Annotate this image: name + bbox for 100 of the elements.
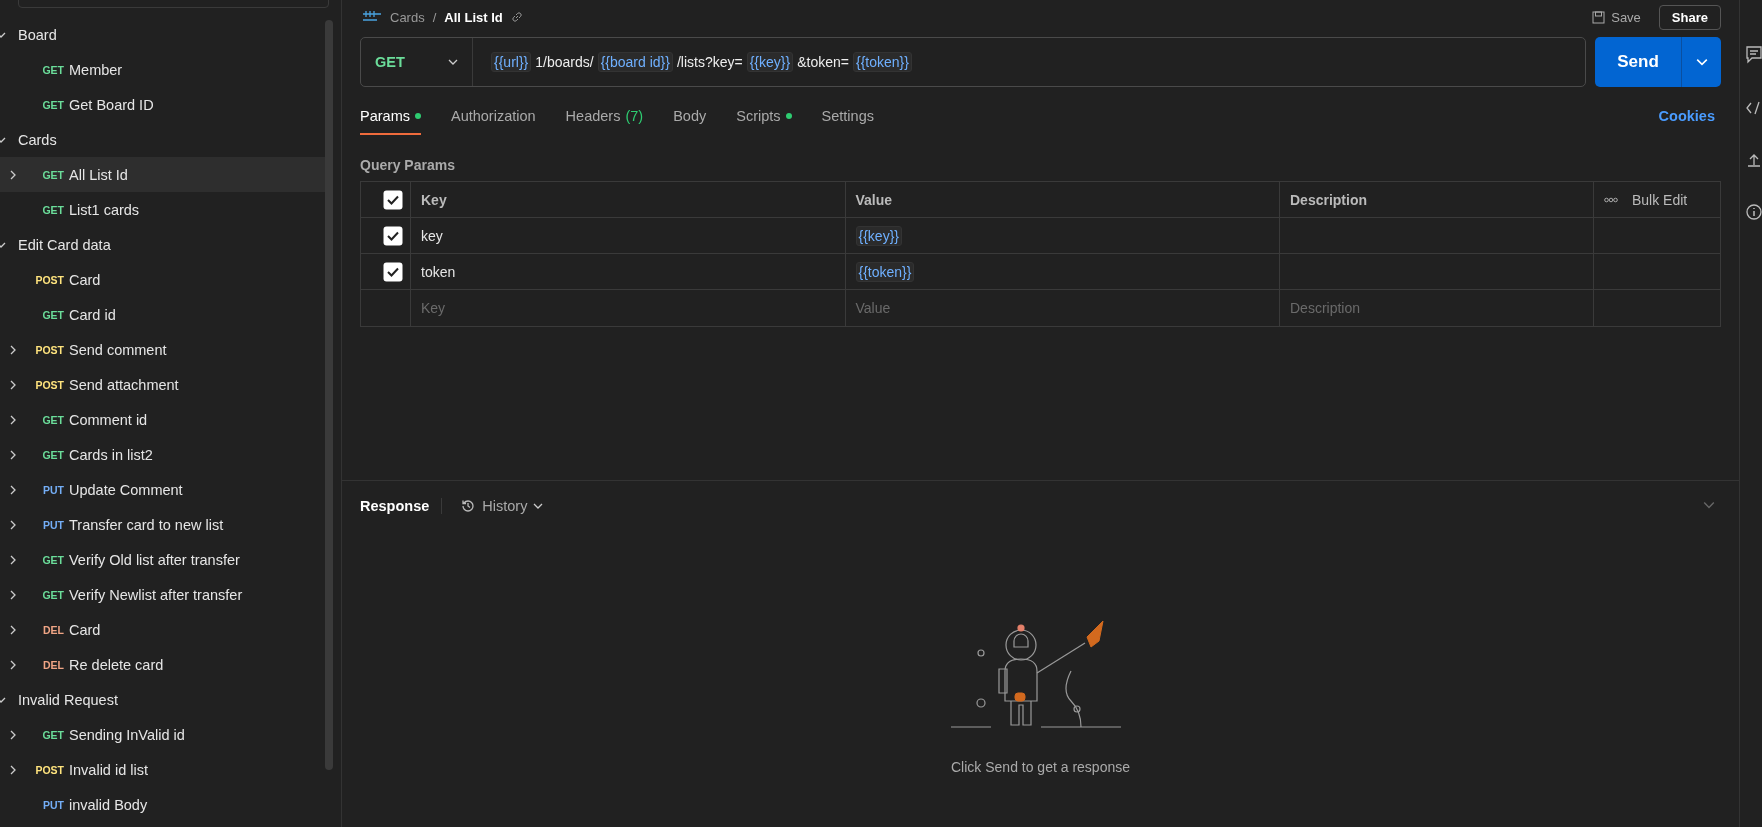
request-item[interactable]: GET Cards in list2	[0, 437, 329, 472]
method-label: GET	[41, 203, 64, 216]
request-name: Verify Old list after transfer	[69, 551, 240, 568]
chevron-icon	[533, 501, 544, 511]
comment-icon[interactable]	[1746, 46, 1762, 64]
table-cell[interactable]	[1280, 218, 1594, 254]
request-name: Verify Newlist after transfer	[69, 586, 243, 603]
link-icon	[510, 11, 523, 23]
method-label: GET	[41, 553, 64, 566]
tab[interactable]: Settings	[821, 108, 874, 135]
request-item[interactable]: PUT Transfer card to new list	[0, 507, 329, 542]
request-name: Member	[69, 61, 123, 78]
tab[interactable]: Body	[673, 108, 707, 135]
request-name: Sending InValid id	[69, 726, 185, 743]
request-item[interactable]: POST Send comment	[0, 332, 329, 367]
checkbox[interactable]	[382, 261, 403, 282]
request-item[interactable]: GET Sending InValid id	[0, 717, 329, 752]
request-item[interactable]: GET List1 cards	[0, 192, 329, 227]
tab[interactable]: Params	[360, 108, 421, 135]
method-label: GET	[41, 588, 64, 601]
method-label: GET	[41, 448, 64, 461]
param-value[interactable]: {{token}}	[855, 261, 915, 282]
url-variable: {{board id}}	[597, 52, 673, 72]
request-name: Comment id	[69, 411, 148, 428]
request-name: invalid Body	[69, 796, 148, 813]
method-label: GET	[41, 168, 64, 181]
request-name: Send attachment	[69, 376, 179, 393]
request-item[interactable]: DEL Card	[0, 612, 329, 647]
request-name: Cards in list2	[69, 446, 153, 463]
method-label: PUT	[42, 798, 64, 811]
history-icon	[460, 498, 477, 514]
request-item[interactable]: POST Invalid id list	[0, 752, 329, 787]
request-item[interactable]: GET Member	[0, 52, 329, 87]
method-label: DEL	[42, 623, 64, 636]
column-header: Value	[855, 191, 893, 208]
folder-item[interactable]: Cards	[0, 122, 329, 157]
breadcrumb-separator: /	[432, 9, 437, 25]
share-icon[interactable]	[1746, 152, 1762, 168]
folder-item[interactable]: Board	[0, 17, 329, 52]
checkbox[interactable]	[382, 225, 403, 246]
tab[interactable]: Authorization	[450, 108, 536, 135]
request-name: Get Board ID	[69, 96, 154, 113]
history-button[interactable]: History	[454, 497, 550, 515]
tab[interactable]: Scripts	[736, 108, 792, 135]
info-icon[interactable]	[1746, 204, 1762, 220]
request-name: Transfer card to new list	[69, 516, 224, 533]
param-key[interactable]: key	[421, 227, 443, 244]
request-item[interactable]: POST Send attachment	[0, 367, 329, 402]
request-item[interactable]: GET Card id	[0, 297, 329, 332]
param-key[interactable]: token	[421, 263, 456, 280]
more-icon[interactable]	[1604, 196, 1618, 203]
request-name: List1 cards	[69, 201, 140, 218]
method-label: PUT	[42, 518, 64, 531]
cookies-link[interactable]: Cookies	[1652, 107, 1721, 135]
column-header: Description	[1290, 191, 1367, 208]
code-icon[interactable]	[1746, 100, 1762, 116]
url-text: /lists?key=	[676, 54, 743, 70]
request-name: Card id	[69, 306, 116, 323]
request-name: Card	[69, 271, 101, 288]
checkbox[interactable]	[382, 189, 403, 210]
request-item[interactable]: PUT invalid Body	[0, 787, 329, 822]
folder-name: Edit Card data	[18, 236, 111, 253]
empty-response-message: Click Send to get a response	[951, 759, 1130, 775]
save-icon	[1592, 10, 1606, 24]
request-item[interactable]: PUT Update Comment	[0, 472, 329, 507]
request-item[interactable]: GET Verify Old list after transfer	[0, 542, 329, 577]
request-name: All List Id	[69, 166, 128, 183]
method-label: GET	[41, 413, 64, 426]
request-item[interactable]: GET Comment id	[0, 402, 329, 437]
request-item[interactable]: POST Card	[0, 262, 329, 297]
column-header: Key	[421, 191, 447, 208]
method-label: POST	[34, 273, 64, 286]
tab[interactable]: Headers (7)	[565, 108, 644, 135]
request-name: Send comment	[69, 341, 167, 358]
url-field[interactable]: GET {{url}} 1/boards/ {{board id}} /lists?key= {{key}} &token= {{token}}	[360, 37, 1586, 87]
method-label: DEL	[42, 658, 64, 671]
folder-item[interactable]: Invalid Request	[0, 682, 329, 717]
request-name: Update Comment	[69, 481, 183, 498]
request-item[interactable]: DEL Re delete card	[0, 647, 329, 682]
breadcrumb-link[interactable]: Cards	[390, 9, 425, 25]
request-item[interactable]: GET Get Board ID	[0, 87, 329, 122]
url-text: 1/boards/	[535, 54, 594, 70]
request-name: Card	[69, 621, 101, 638]
response-title: Response	[360, 498, 443, 514]
request-item[interactable]: GET Verify Newlist after transfer	[0, 577, 329, 612]
folder-item[interactable]: Edit Card data	[0, 227, 329, 262]
folder-name: Board	[18, 26, 57, 43]
method-dropdown[interactable]: GET	[361, 38, 473, 86]
url-variable: {{url}}	[491, 52, 532, 72]
folder-name: Invalid Request	[18, 691, 118, 708]
param-value[interactable]: {{key}}	[855, 225, 902, 246]
bulk-edit-link[interactable]: Bulk Edit	[1632, 191, 1688, 208]
method-label: GET	[41, 728, 64, 741]
share-button[interactable]: Share	[1658, 4, 1721, 30]
scrollbar[interactable]	[325, 20, 333, 770]
url-text: &token=	[797, 54, 849, 70]
table-cell[interactable]	[1280, 254, 1594, 290]
method-label: POST	[34, 763, 64, 776]
folder-name: Cards	[18, 131, 57, 148]
save-button[interactable]: Save	[1582, 9, 1651, 25]
